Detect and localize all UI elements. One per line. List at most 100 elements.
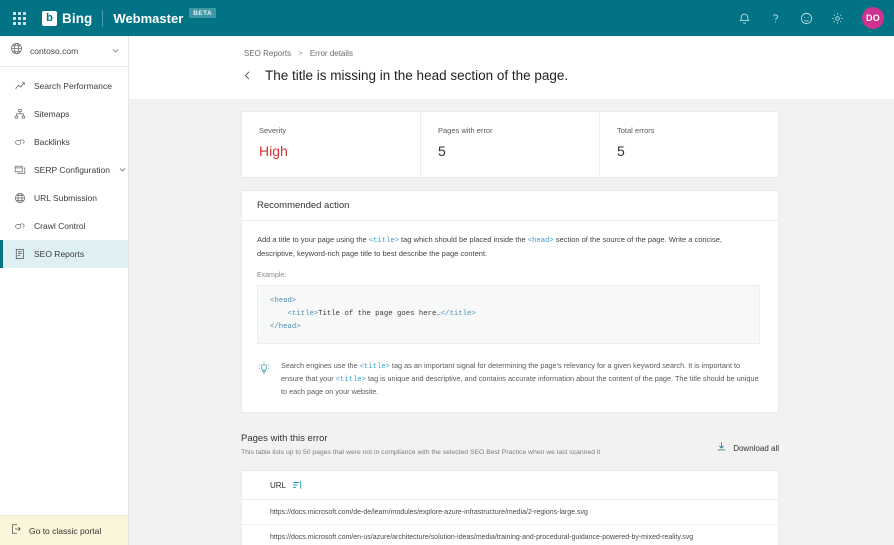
tip-section: Search engines use the <title> tag as an… <box>257 360 760 399</box>
sidebar-navigation: contoso.com Search Performance Sitemaps … <box>0 36 129 545</box>
bing-mark-icon: b <box>42 10 57 26</box>
content-scroll-area[interactable]: Severity High Pages with error 5 Total e… <box>129 99 894 545</box>
recommended-action-body: Add a title to your page using the <titl… <box>242 221 778 412</box>
breadcrumb-current: Error details <box>309 49 353 58</box>
header-divider <box>102 9 104 27</box>
inline-code-title-tag: <title> <box>368 237 399 245</box>
sidebar-menu: Search Performance Sitemaps Backlinks SE… <box>0 67 128 268</box>
code-line-head-open: <head> <box>270 297 297 306</box>
code-line-title-close: </title> <box>440 310 476 319</box>
table-cell-url[interactable]: https://docs.microsoft.com/en-us/azure/a… <box>270 534 693 541</box>
example-label: Example: <box>257 272 287 280</box>
sidebar-item-url-submission[interactable]: URL Submission <box>0 184 128 212</box>
recommended-action-card: Recommended action Add a title to your p… <box>241 190 779 414</box>
sidebar-item-label: Sitemaps <box>34 109 70 119</box>
classic-portal-label: Go to classic portal <box>29 525 102 536</box>
sidebar-item-backlinks[interactable]: Backlinks <box>0 128 128 156</box>
link-icon <box>13 220 26 233</box>
sidebar-item-sitemaps[interactable]: Sitemaps <box>0 100 128 128</box>
chevron-down-icon <box>111 42 120 60</box>
metric-label: Severity <box>259 126 287 135</box>
code-line-title-open: <title> <box>270 310 319 319</box>
site-name-label: contoso.com <box>30 46 79 56</box>
settings-icon[interactable] <box>829 10 846 27</box>
sidebar-item-label: SERP Configuration <box>34 165 110 175</box>
notifications-icon[interactable] <box>736 10 753 27</box>
table-row[interactable]: https://docs.microsoft.com/de-de/learn/m… <box>242 500 778 526</box>
metric-value: High <box>259 143 288 159</box>
page-header: The title is missing in the head section… <box>129 58 894 99</box>
metric-value: 5 <box>438 143 446 159</box>
product-name-label: Webmaster <box>113 10 184 26</box>
tip-text: Search engines use the <title> tag as an… <box>281 360 760 399</box>
trend-line-icon <box>13 80 26 93</box>
tip-part1: Search engines use the <box>281 360 360 370</box>
sidebar-item-label: SEO Reports <box>34 249 85 259</box>
header-actions: DO <box>736 7 884 29</box>
lightbulb-icon <box>257 360 272 380</box>
feedback-icon[interactable] <box>798 10 815 27</box>
top-navigation-bar: b Bing Webmaster BETA DO <box>0 0 894 36</box>
link-icon <box>13 136 26 149</box>
sidebar-item-crawl-control[interactable]: Crawl Control <box>0 212 128 240</box>
app-launcher-icon[interactable] <box>8 7 30 29</box>
inline-code-title-tag: <title> <box>335 375 366 384</box>
metric-severity: Severity High <box>242 112 421 177</box>
inline-code-title-tag: <title> <box>359 362 390 371</box>
bing-brand-label: Bing <box>62 10 93 26</box>
sidebar-item-label: Search Performance <box>34 81 112 91</box>
metric-label: Pages with error <box>438 126 493 135</box>
code-example-block: <head> <title>Title of the page goes her… <box>257 285 760 344</box>
back-chevron-left-icon[interactable] <box>241 69 254 82</box>
pages-with-error-header: Pages with this error This table lists u… <box>241 433 779 457</box>
metric-total-errors: Total errors 5 <box>600 112 778 177</box>
go-to-classic-portal-button[interactable]: Go to classic portal <box>0 515 128 545</box>
site-selector[interactable]: contoso.com <box>0 36 128 67</box>
help-icon[interactable] <box>767 10 784 27</box>
inline-code-head-tag: <head> <box>527 237 554 245</box>
browser-window-icon <box>13 164 26 177</box>
page-title: The title is missing in the head section… <box>265 68 569 83</box>
sidebar-item-label: Crawl Control <box>34 221 86 231</box>
user-avatar[interactable]: DO <box>862 7 884 29</box>
bing-webmaster-app: b Bing Webmaster BETA DO contoso.com Sea… <box>0 0 894 545</box>
table-header-row: URL <box>242 471 778 501</box>
pages-table: URL https://docs.microsoft.com/de-de/lea… <box>241 470 779 545</box>
globe-icon <box>13 192 26 205</box>
metric-pages-with-error: Pages with error 5 <box>421 112 600 177</box>
table-column-header-url[interactable]: URL <box>270 481 286 490</box>
rec-text-part1: Add a title to your page using the <box>257 235 369 244</box>
table-cell-url[interactable]: https://docs.microsoft.com/de-de/learn/m… <box>270 509 588 516</box>
code-line-head-close: </head> <box>270 322 301 331</box>
table-row[interactable]: https://docs.microsoft.com/en-us/azure/a… <box>242 525 778 545</box>
globe-icon <box>10 42 23 60</box>
metric-label: Total errors <box>617 126 655 135</box>
breadcrumb-link-seo-reports[interactable]: SEO Reports <box>244 49 291 58</box>
breadcrumb-separator-icon: > <box>298 49 303 58</box>
recommended-action-heading: Recommended action <box>242 191 778 221</box>
breadcrumb: SEO Reports > Error details <box>129 36 894 58</box>
metrics-summary: Severity High Pages with error 5 Total e… <box>241 111 779 178</box>
download-all-label: Download all <box>733 443 779 453</box>
sidebar-item-serp-configuration[interactable]: SERP Configuration <box>0 156 128 184</box>
main-content: SEO Reports > Error details The title is… <box>129 36 894 545</box>
chevron-down-icon[interactable] <box>118 161 127 179</box>
pages-section-title: Pages with this error <box>241 433 328 445</box>
sidebar-item-seo-reports[interactable]: SEO Reports <box>0 240 128 268</box>
download-icon <box>716 439 727 457</box>
code-line-title-text: Title of the page goes here… <box>318 310 441 319</box>
sidebar-item-label: URL Submission <box>34 193 97 203</box>
exit-icon <box>10 522 22 540</box>
report-icon <box>13 248 26 261</box>
rec-text-part2: tag which should be placed inside the <box>398 235 528 244</box>
sidebar-item-label: Backlinks <box>34 137 70 147</box>
sidebar-item-search-performance[interactable]: Search Performance <box>0 72 128 100</box>
metric-value: 5 <box>617 143 625 159</box>
beta-badge: BETA <box>189 8 217 18</box>
sort-filter-icon[interactable] <box>292 480 302 490</box>
recommended-action-text: Add a title to your page using the <titl… <box>257 234 760 260</box>
sitemap-icon <box>13 108 26 121</box>
bing-logo[interactable]: b Bing <box>42 10 93 26</box>
download-all-button[interactable]: Download all <box>716 433 779 457</box>
pages-section-subtitle: This table lists up to 50 pages that wer… <box>241 449 601 457</box>
